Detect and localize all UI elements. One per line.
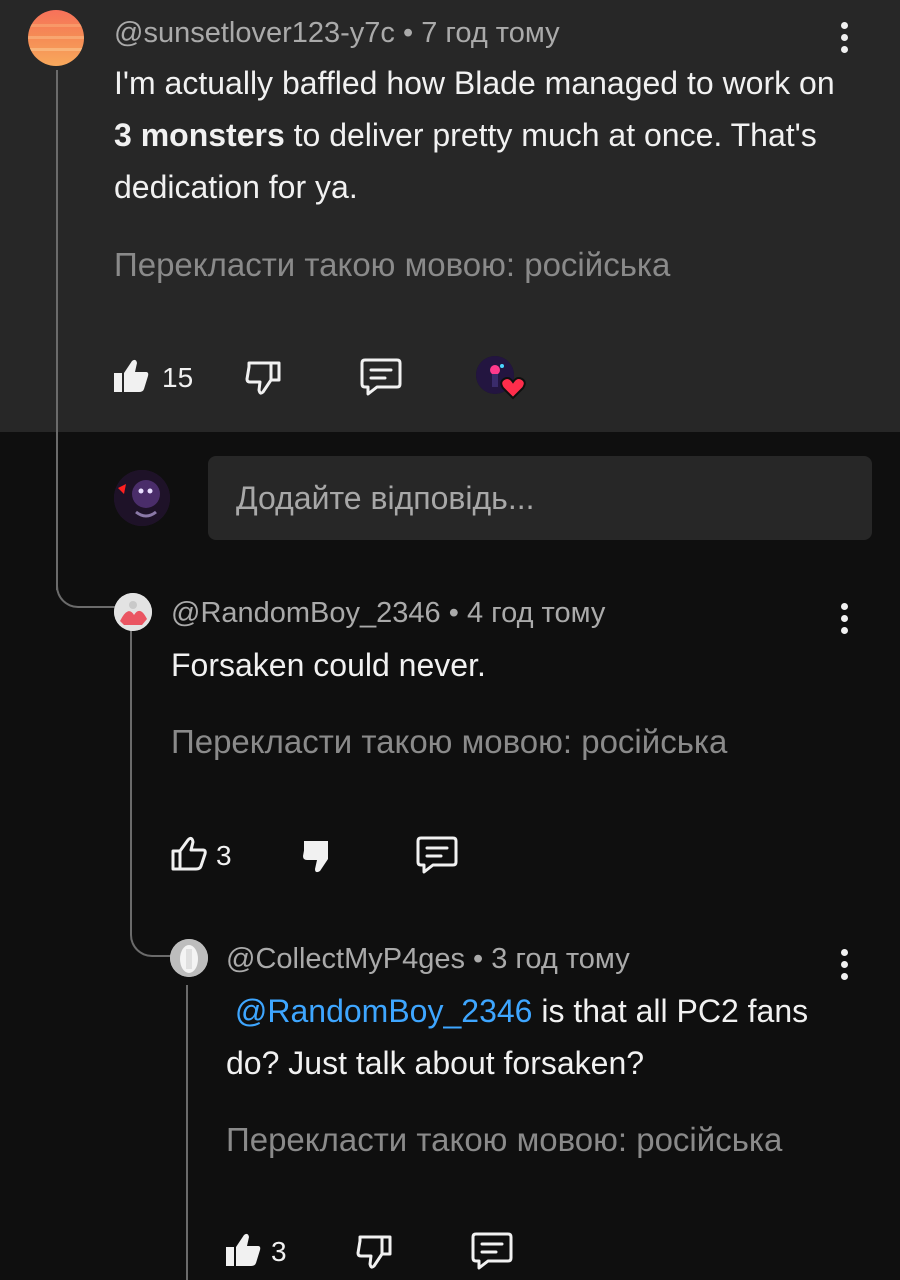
mention-link[interactable]: @RandomBoy_2346 (235, 993, 533, 1029)
thread-connector (56, 560, 118, 608)
like-count: 15 (162, 362, 194, 393)
avatar-image (28, 24, 84, 51)
more-vert-icon[interactable] (838, 22, 850, 56)
avatar[interactable] (28, 10, 84, 66)
like-count: 3 (216, 840, 232, 871)
comment-meta: @sunsetlover123-y7c • 7 год тому (114, 17, 560, 50)
comment-text-bold: 3 monsters (114, 117, 285, 153)
reply-avatar[interactable] (170, 939, 208, 977)
like-count: 3 (271, 1236, 287, 1267)
reply-icon[interactable] (415, 835, 459, 875)
separator: • (440, 597, 467, 629)
user-avatar-image (114, 470, 170, 526)
author-name[interactable]: @RandomBoy_2346 (171, 597, 441, 629)
comment-text-part: I'm actually baffled how Blade managed t… (114, 65, 835, 101)
like-icon[interactable] (224, 1232, 262, 1268)
reply-avatar[interactable] (114, 593, 152, 631)
reply-text: Forsaken could never. (171, 647, 486, 683)
comment-text: I'm actually baffled how Blade managed t… (114, 57, 854, 213)
thread-line-reply (130, 630, 132, 910)
reply-meta: @RandomBoy_2346 • 4 год тому (171, 597, 605, 630)
reply-icon[interactable] (470, 1231, 514, 1271)
reply-text: @RandomBoy_2346 is that all PC2 fans do?… (226, 985, 846, 1089)
dislike-icon[interactable] (302, 838, 340, 874)
timestamp[interactable]: 7 год тому (421, 17, 559, 49)
separator: • (394, 17, 422, 49)
thread-line-nested (186, 985, 188, 1280)
translate-link[interactable]: Перекласти такою мовою: російська (171, 723, 727, 761)
dislike-icon[interactable] (245, 360, 283, 396)
separator: • (464, 943, 492, 975)
like-icon[interactable] (112, 358, 150, 394)
thread-line (56, 70, 58, 590)
reply-input[interactable] (208, 456, 872, 540)
reply-avatar-image (170, 939, 208, 977)
like-icon[interactable] (170, 836, 208, 872)
reply-icon[interactable] (359, 357, 403, 397)
author-name[interactable]: @sunsetlover123-y7c (114, 17, 395, 49)
reply-meta: @CollectMyP4ges • 3 год тому (226, 943, 630, 976)
more-vert-icon[interactable] (838, 603, 850, 637)
creator-heart-icon (500, 377, 526, 400)
author-name[interactable]: @CollectMyP4ges (226, 943, 465, 975)
dislike-icon[interactable] (356, 1234, 394, 1270)
timestamp[interactable]: 4 год тому (467, 597, 605, 629)
reply-avatar-image (114, 593, 152, 631)
thread-connector-reply (130, 905, 176, 957)
timestamp[interactable]: 3 год тому (491, 943, 629, 975)
translate-link[interactable]: Перекласти такою мовою: російська (114, 246, 670, 284)
translate-link[interactable]: Перекласти такою мовою: російська (226, 1121, 782, 1159)
user-avatar (114, 470, 170, 526)
more-vert-icon[interactable] (838, 949, 850, 983)
reply-input-box[interactable] (208, 456, 872, 540)
